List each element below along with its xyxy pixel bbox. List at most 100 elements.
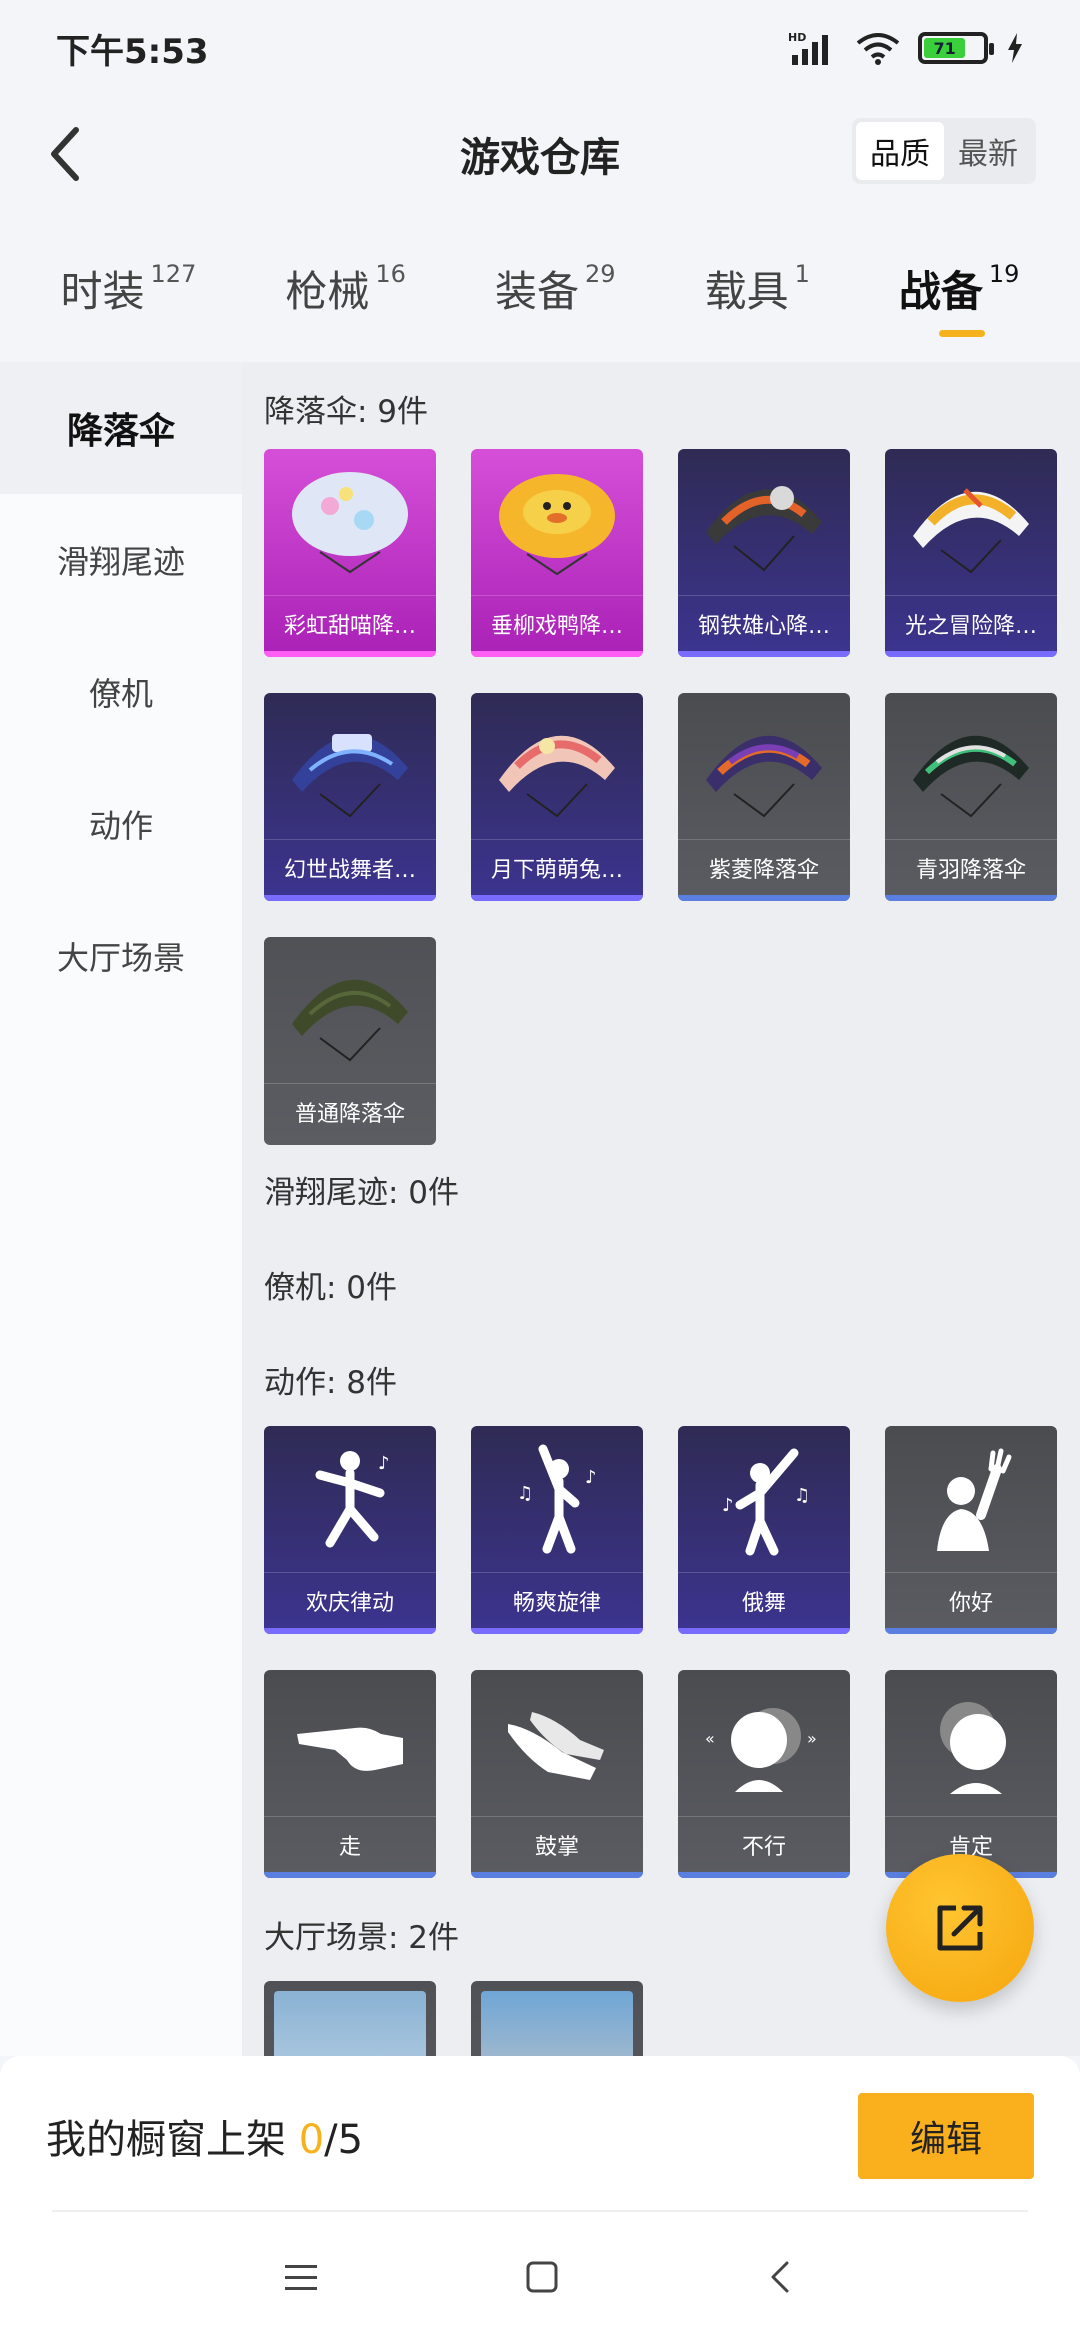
section-title-wingman: 僚机: 0件 [264, 1270, 398, 1306]
parachute-image [678, 693, 850, 839]
svg-text:♪: ♪ [378, 1453, 390, 1474]
emote-card[interactable]: «» 不行 [678, 1670, 850, 1878]
sidebar-item-trail[interactable]: 滑翔尾迹 [0, 494, 242, 626]
item-name: 彩虹甜喵降… [264, 595, 436, 651]
tab-label: 枪械 [285, 267, 370, 316]
tab-label: 时装 [60, 267, 145, 316]
item-name: 月下萌萌兔… [471, 839, 643, 895]
menu-icon[interactable] [281, 2259, 321, 2295]
tab-count: 19 [988, 260, 1020, 288]
tab-fashion[interactable]: 时装 127 [61, 240, 197, 319]
sort-quality-button[interactable]: 品质 [856, 122, 944, 180]
item-name: 青羽降落伞 [885, 839, 1057, 895]
section-title-emote: 动作: 8件 [264, 1365, 398, 1401]
signal-icon: HD [788, 31, 828, 65]
parachute-card[interactable]: 幻世战舞者… [264, 693, 436, 901]
sidebar-item-wingman[interactable]: 僚机 [0, 626, 242, 758]
tab-count: 127 [150, 260, 197, 288]
sidebar: 降落伞 滑翔尾迹 僚机 动作 大厅场景 [0, 362, 242, 2056]
item-name: 普通降落伞 [264, 1083, 436, 1139]
status-bar: 下午5:53 HD 71 [0, 0, 1080, 96]
parachute-card[interactable]: 钢铁雄心降… [678, 449, 850, 657]
back-button[interactable] [30, 118, 102, 190]
battery-level: 71 [924, 38, 966, 58]
chevron-left-icon [51, 127, 79, 181]
parachute-image [885, 449, 1057, 595]
item-name: 畅爽旋律 [471, 1572, 643, 1628]
sidebar-item-lobby[interactable]: 大厅场景 [0, 890, 242, 1022]
category-tabs: 时装 127 枪械 16 装备 29 载具 1 战备 19 [0, 240, 1080, 350]
tab-label: 装备 [494, 267, 579, 316]
lobby-scene-card[interactable] [471, 1981, 643, 2056]
emote-card[interactable]: 肯定 [885, 1670, 1057, 1878]
lobby-scene-image [274, 1991, 426, 2056]
emote-card[interactable]: ♪ 欢庆律动 [264, 1426, 436, 1634]
parachute-grid: 彩虹甜喵降… 垂柳戏鸭降… 钢铁雄心降… 光之冒险降… 幻世战舞者… 月下萌萌兔… [264, 449, 1064, 1181]
share-button[interactable] [886, 1854, 1034, 2002]
emote-image [885, 1426, 1057, 1572]
sidebar-item-parachute[interactable]: 降落伞 [0, 362, 242, 494]
emote-image: ♪ [264, 1426, 436, 1572]
section-title-parachute: 降落伞: 9件 [264, 394, 429, 430]
tab-equipment[interactable]: 装备 29 [495, 240, 616, 319]
parachute-card[interactable]: 光之冒险降… [885, 449, 1057, 657]
emote-image: ♪ ♫ [678, 1426, 850, 1572]
back-nav-icon[interactable] [763, 2257, 799, 2297]
tab-vehicles[interactable]: 载具 1 [705, 240, 810, 319]
svg-text:«: « [705, 1729, 715, 1748]
divider [52, 2210, 1028, 2212]
showcase-count: 0 [298, 2117, 325, 2163]
parachute-card[interactable]: 垂柳戏鸭降… [471, 449, 643, 657]
sort-toggle: 品质 最新 [852, 118, 1036, 184]
emote-card[interactable]: 走 [264, 1670, 436, 1878]
item-name: 俄舞 [678, 1572, 850, 1628]
svg-text:♪: ♪ [722, 1495, 734, 1516]
emote-card[interactable]: ♪ ♫ 俄舞 [678, 1426, 850, 1634]
tab-count: 16 [375, 260, 406, 288]
charging-icon [1008, 33, 1022, 63]
sort-newest-button[interactable]: 最新 [944, 122, 1032, 180]
home-icon[interactable] [522, 2257, 562, 2297]
tab-guns[interactable]: 枪械 16 [285, 240, 406, 319]
parachute-image [885, 693, 1057, 839]
item-name: 走 [264, 1816, 436, 1872]
showcase-label: 我的橱窗上架 0/5 [46, 2107, 363, 2165]
item-name: 钢铁雄心降… [678, 595, 850, 651]
parachute-card[interactable]: 彩虹甜喵降… [264, 449, 436, 657]
emote-image: ♫ ♪ [471, 1426, 643, 1572]
emote-grid: ♪ 欢庆律动 ♫ ♪ 畅爽旋律 ♪ ♫ 俄舞 你好 走 鼓掌 « » 不行 肯定 [264, 1426, 1064, 1914]
item-list: 降落伞: 9件 彩虹甜喵降… 垂柳戏鸭降… 钢铁雄心降… 光之冒险降… 幻世战舞… [242, 362, 1080, 2056]
parachute-card[interactable]: 月下萌萌兔… [471, 693, 643, 901]
emote-card[interactable]: 鼓掌 [471, 1670, 643, 1878]
tab-label: 战备 [898, 267, 983, 316]
active-tab-indicator [938, 330, 985, 337]
lobby-scene-card[interactable] [264, 1981, 436, 2056]
edit-button[interactable]: 编辑 [858, 2093, 1034, 2179]
head-nod-icon [885, 1670, 1057, 1816]
item-name: 垂柳戏鸭降… [471, 595, 643, 651]
item-name: 鼓掌 [471, 1816, 643, 1872]
tab-label: 载具 [704, 267, 789, 316]
share-icon [937, 1905, 983, 1951]
emote-card[interactable]: 你好 [885, 1426, 1057, 1634]
svg-text:»: » [807, 1729, 817, 1748]
parachute-card[interactable]: 青羽降落伞 [885, 693, 1057, 901]
parachute-card[interactable]: 紫菱降落伞 [678, 693, 850, 901]
showcase-label-text: 我的橱窗上架 [46, 2117, 299, 2163]
svg-text:♪: ♪ [585, 1467, 597, 1488]
sidebar-item-emote[interactable]: 动作 [0, 758, 242, 890]
item-name: 不行 [678, 1816, 850, 1872]
parachute-card[interactable]: 普通降落伞 [264, 937, 436, 1145]
head-shake-icon: «» [678, 1670, 850, 1816]
item-name: 你好 [885, 1572, 1057, 1628]
status-icons: HD 71 [788, 31, 1024, 65]
showcase-total: /5 [324, 2117, 364, 2163]
parachute-image [264, 449, 436, 595]
tab-count: 29 [584, 260, 616, 288]
item-name: 光之冒险降… [885, 595, 1057, 651]
page-title: 游戏仓库 [460, 135, 620, 181]
section-title-trail: 滑翔尾迹: 0件 [264, 1175, 460, 1211]
emote-card[interactable]: ♫ ♪ 畅爽旋律 [471, 1426, 643, 1634]
item-name: 欢庆律动 [264, 1572, 436, 1628]
tab-battle-gear[interactable]: 战备 19 [898, 240, 1020, 337]
